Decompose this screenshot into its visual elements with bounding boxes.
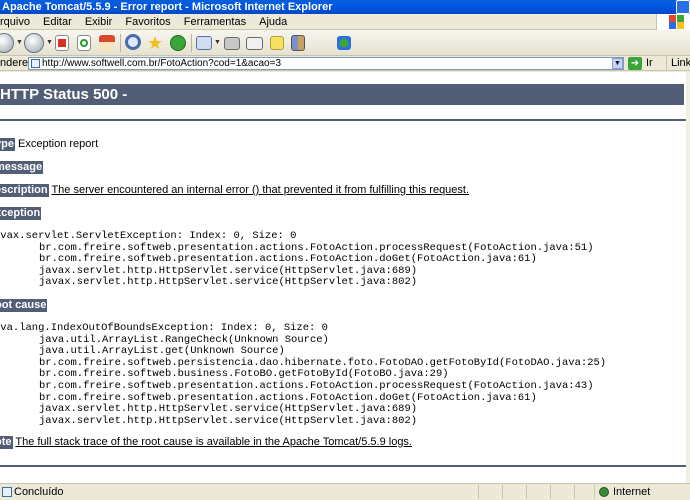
window-title: Apache Tomcat/5.5.9 - Error report - Mic… bbox=[2, 1, 333, 13]
description-value: The server encountered an internal error… bbox=[51, 184, 470, 196]
menu-help[interactable]: Ajuda bbox=[254, 14, 292, 30]
edit-icon[interactable] bbox=[246, 37, 263, 50]
note-label: ote bbox=[0, 436, 13, 449]
page-content: HTTP Status 500 - ype Exception report m… bbox=[0, 72, 690, 483]
refresh-icon[interactable] bbox=[77, 35, 91, 51]
trace-line: javax.servlet.http.HttpServlet.service(H… bbox=[39, 414, 418, 427]
root-cause-label: oot cause bbox=[0, 299, 48, 312]
exception-label: xception bbox=[0, 207, 42, 220]
menu-edit[interactable]: Editar bbox=[38, 14, 77, 30]
note-row: ote The full stack trace of the root cau… bbox=[0, 436, 412, 449]
status-pane bbox=[574, 485, 575, 499]
home-icon[interactable] bbox=[99, 35, 115, 51]
toolbar-separator bbox=[191, 34, 192, 52]
links-button[interactable]: Links bbox=[666, 56, 690, 71]
trace-line: ava.lang.IndexOutOfBoundsException: Inde… bbox=[0, 322, 328, 334]
security-zone-label: Internet bbox=[613, 486, 651, 498]
internet-zone-icon bbox=[599, 487, 609, 497]
status-pane bbox=[526, 485, 527, 499]
stop-icon[interactable] bbox=[55, 35, 69, 51]
toolbar: ▼ ▼ ★ ▼ bbox=[0, 30, 690, 56]
favorites-icon[interactable]: ★ bbox=[147, 34, 165, 52]
research-icon[interactable] bbox=[291, 35, 305, 51]
page-done-icon bbox=[2, 487, 12, 497]
menu-file[interactable]: rquivo bbox=[0, 14, 35, 30]
type-label: ype bbox=[0, 138, 15, 151]
go-button[interactable]: Ir bbox=[646, 57, 653, 69]
address-dropdown-icon[interactable]: ▼ bbox=[612, 58, 623, 69]
menu-tools[interactable]: Ferramentas bbox=[179, 14, 251, 30]
trace-line: javax.servlet.http.HttpServlet.service(H… bbox=[39, 276, 418, 289]
message-label: message bbox=[0, 161, 44, 174]
status-text: Concluído bbox=[14, 486, 64, 498]
window-titlebar: Apache Tomcat/5.5.9 - Error report - Mic… bbox=[0, 0, 690, 14]
message-row: message bbox=[0, 161, 44, 174]
status-bar: Concluído Internet bbox=[0, 483, 690, 500]
divider bbox=[0, 465, 686, 467]
forward-icon[interactable] bbox=[24, 33, 44, 53]
minimize-button[interactable] bbox=[676, 0, 690, 14]
menu-favorites[interactable]: Favoritos bbox=[120, 14, 175, 30]
messenger-icon[interactable] bbox=[337, 36, 351, 50]
exception-trace: avax.servlet.ServletException: Index: 0,… bbox=[0, 230, 594, 289]
page-title: HTTP Status 500 - bbox=[0, 84, 684, 105]
type-row: ype Exception report bbox=[0, 138, 98, 151]
trace-line: br.com.freire.softweb.presentation.actio… bbox=[39, 379, 594, 392]
go-arrow-icon[interactable]: ➜ bbox=[628, 57, 642, 70]
address-input[interactable]: http://www.softwell.com.br/FotoAction?co… bbox=[28, 57, 624, 70]
page-icon bbox=[31, 59, 40, 68]
divider bbox=[0, 119, 686, 121]
address-bar: ndereço http://www.softwell.com.br/FotoA… bbox=[0, 56, 690, 71]
mail-dropdown-icon[interactable]: ▼ bbox=[214, 39, 221, 46]
search-icon[interactable] bbox=[125, 34, 141, 50]
status-pane bbox=[502, 485, 503, 499]
status-pane bbox=[594, 485, 595, 499]
root-cause-trace: ava.lang.IndexOutOfBoundsException: Inde… bbox=[0, 322, 606, 427]
discuss-icon[interactable] bbox=[270, 36, 284, 50]
status-pane bbox=[478, 485, 479, 499]
menu-bar: rquivo Editar Exibir Favoritos Ferrament… bbox=[0, 14, 690, 30]
print-icon[interactable] bbox=[224, 37, 240, 50]
status-pane bbox=[550, 485, 551, 499]
description-row: escription The server encountered an int… bbox=[0, 184, 469, 197]
type-value: Exception report bbox=[18, 138, 99, 150]
forward-dropdown-icon[interactable]: ▼ bbox=[46, 39, 53, 46]
root-cause-row: oot cause bbox=[0, 299, 48, 312]
exception-row: xception bbox=[0, 207, 42, 220]
menu-view[interactable]: Exibir bbox=[80, 14, 118, 30]
scrollbar[interactable] bbox=[686, 72, 690, 483]
address-url: http://www.softwell.com.br/FotoAction?co… bbox=[42, 58, 282, 69]
description-label: escription bbox=[0, 184, 49, 197]
note-value: The full stack trace of the root cause i… bbox=[15, 436, 412, 448]
history-icon[interactable] bbox=[170, 35, 186, 51]
windows-logo-icon bbox=[656, 14, 690, 30]
trace-line: javax.servlet.http.HttpServlet.service(H… bbox=[39, 403, 418, 416]
back-icon[interactable] bbox=[0, 33, 14, 53]
trace-line: avax.servlet.ServletException: Index: 0,… bbox=[0, 230, 297, 242]
mail-icon[interactable] bbox=[196, 36, 212, 50]
toolbar-separator bbox=[120, 34, 121, 52]
back-dropdown-icon[interactable]: ▼ bbox=[16, 39, 23, 46]
